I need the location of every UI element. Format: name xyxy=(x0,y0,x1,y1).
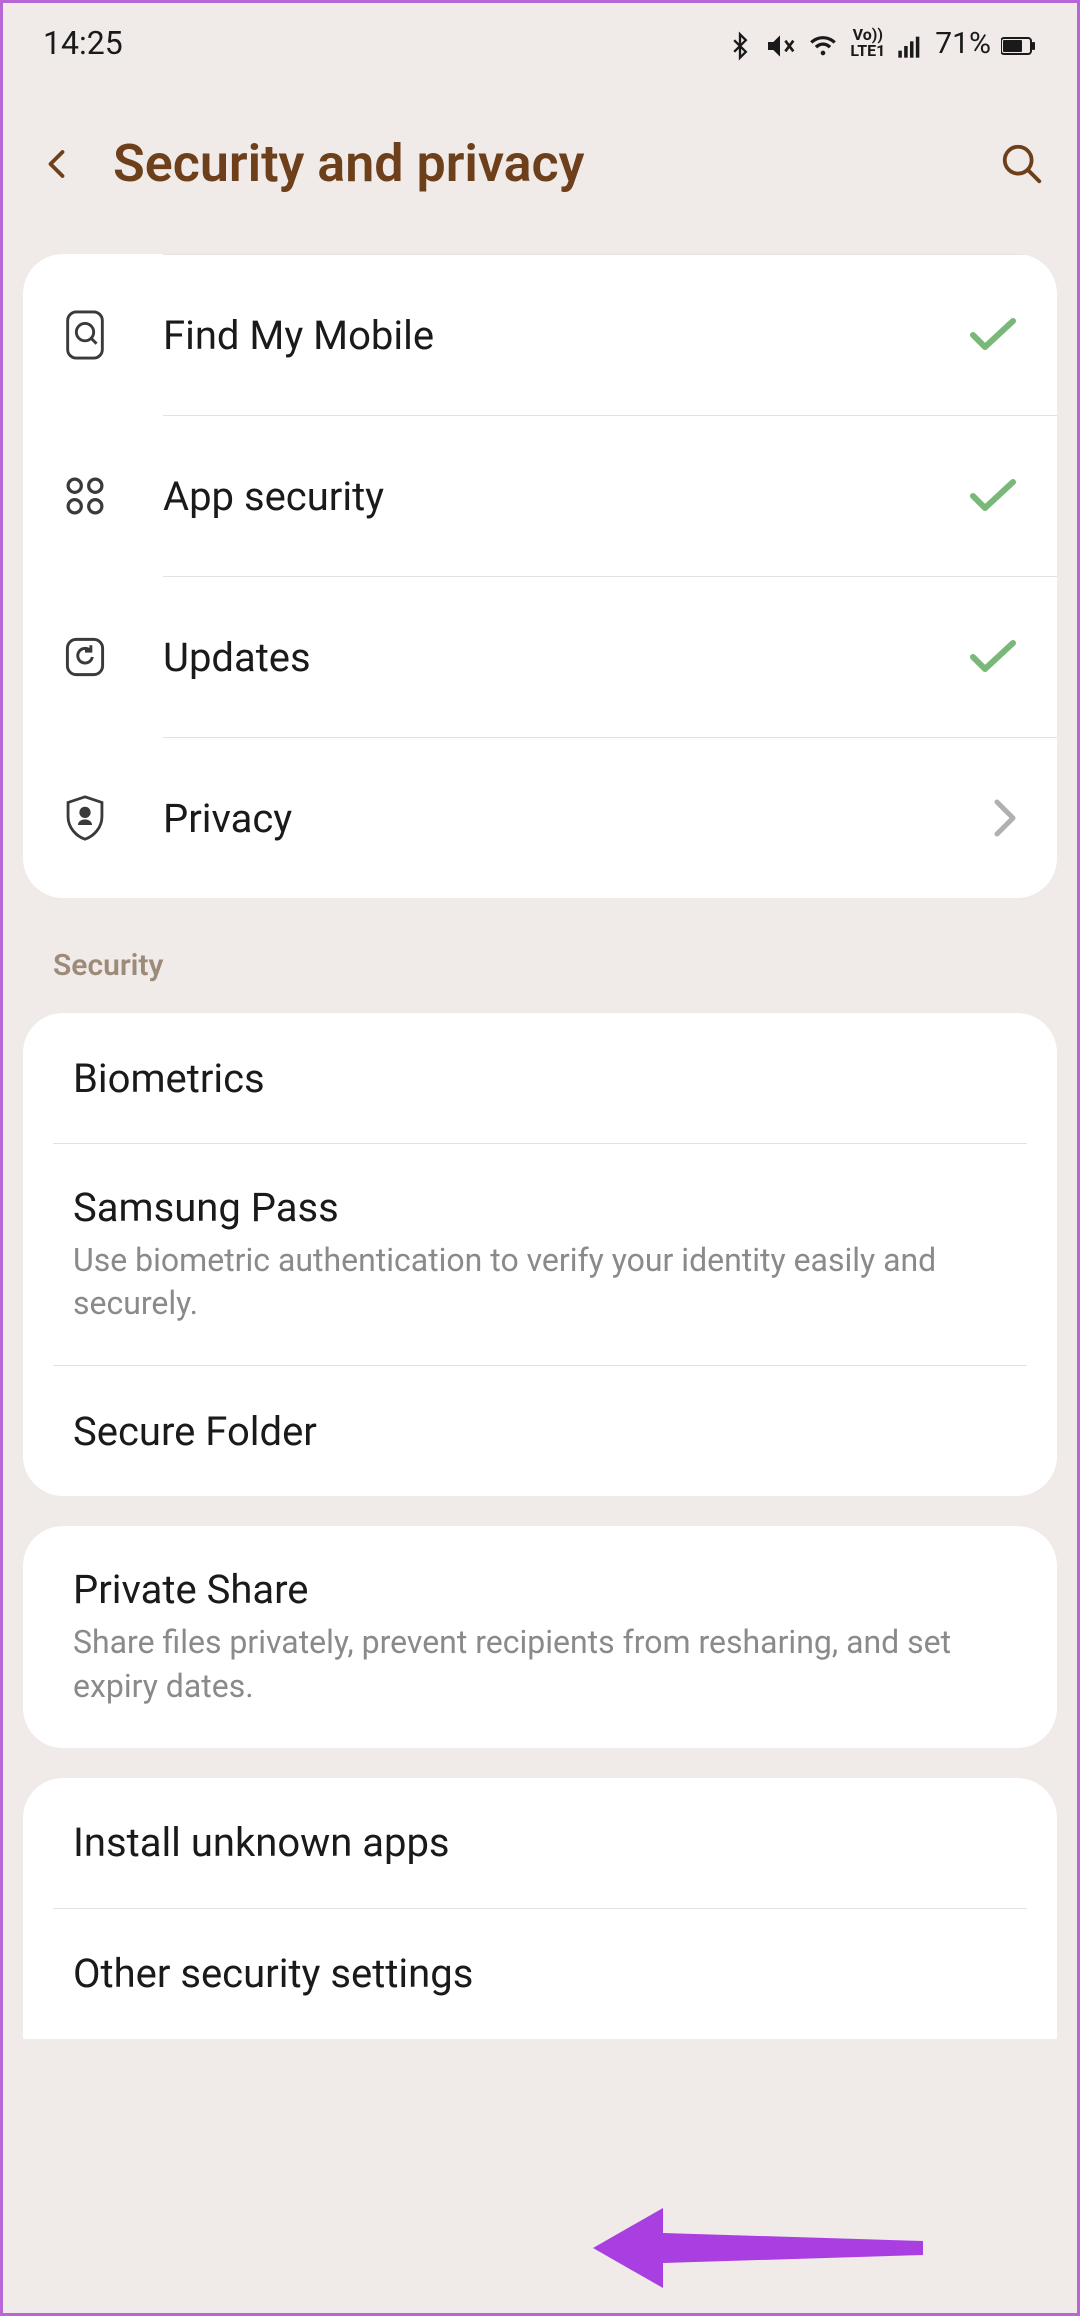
samsung-pass-subtitle: Use biometric authentication to verify y… xyxy=(73,1239,1007,1325)
secure-folder-row[interactable]: Secure Folder xyxy=(23,1366,1057,1496)
find-my-mobile-label: Find My Mobile xyxy=(163,312,957,359)
status-time: 14:25 xyxy=(43,24,123,62)
check-icon xyxy=(957,639,1017,675)
annotation-arrow xyxy=(593,2193,933,2307)
battery-icon xyxy=(1001,24,1037,62)
section-label-security: Security xyxy=(3,928,1077,1013)
biometrics-row[interactable]: Biometrics xyxy=(23,1013,1057,1143)
wifi-icon xyxy=(806,24,840,62)
app-security-label: App security xyxy=(163,473,957,520)
other-security-settings-row[interactable]: Other security settings xyxy=(23,1909,1057,2039)
install-unknown-apps-row[interactable]: Install unknown apps xyxy=(23,1778,1057,1908)
battery-percent: 71% xyxy=(935,26,991,61)
find-my-mobile-row[interactable]: Find My Mobile xyxy=(23,255,1057,415)
signal-icon xyxy=(895,24,925,62)
mute-icon xyxy=(764,24,796,62)
private-share-subtitle: Share files privately, prevent recipient… xyxy=(73,1621,1007,1707)
check-icon xyxy=(957,317,1017,353)
samsung-pass-row[interactable]: Samsung Pass Use biometric authenticatio… xyxy=(23,1144,1057,1365)
network-type-icon: Vo)) LTE1 xyxy=(850,27,885,59)
header: Security and privacy xyxy=(3,83,1077,254)
secure-folder-label: Secure Folder xyxy=(73,1408,1007,1455)
status-icons: Vo)) LTE1 71% xyxy=(726,24,1037,62)
biometrics-label: Biometrics xyxy=(73,1055,1007,1102)
private-share-row[interactable]: Private Share Share files privately, pre… xyxy=(23,1526,1057,1747)
other-security-settings-label: Other security settings xyxy=(73,1950,1007,1997)
privacy-label: Privacy xyxy=(163,795,957,842)
security-card: Biometrics Samsung Pass Use biometric au… xyxy=(23,1013,1057,1496)
check-icon xyxy=(957,478,1017,514)
page-title: Security and privacy xyxy=(113,133,967,194)
samsung-pass-label: Samsung Pass xyxy=(73,1184,1007,1231)
bluetooth-icon xyxy=(726,24,754,62)
updates-label: Updates xyxy=(163,634,957,681)
status-bar: 14:25 Vo)) LTE1 71% xyxy=(3,3,1077,83)
search-button[interactable] xyxy=(997,139,1047,189)
chevron-right-icon xyxy=(957,798,1017,838)
share-card: Private Share Share files privately, pre… xyxy=(23,1526,1057,1747)
find-my-mobile-icon xyxy=(63,309,163,361)
app-security-row[interactable]: App security xyxy=(23,416,1057,576)
back-button[interactable] xyxy=(33,139,83,189)
app-security-icon xyxy=(63,474,163,518)
install-unknown-apps-label: Install unknown apps xyxy=(73,1819,1007,1866)
overview-card: Find My Mobile App security Updates Priv… xyxy=(23,254,1057,898)
privacy-row[interactable]: Privacy xyxy=(23,738,1057,898)
private-share-label: Private Share xyxy=(73,1566,1007,1613)
other-card: Install unknown apps Other security sett… xyxy=(23,1778,1057,2039)
updates-icon xyxy=(63,635,163,679)
updates-row[interactable]: Updates xyxy=(23,577,1057,737)
privacy-icon xyxy=(63,794,163,842)
